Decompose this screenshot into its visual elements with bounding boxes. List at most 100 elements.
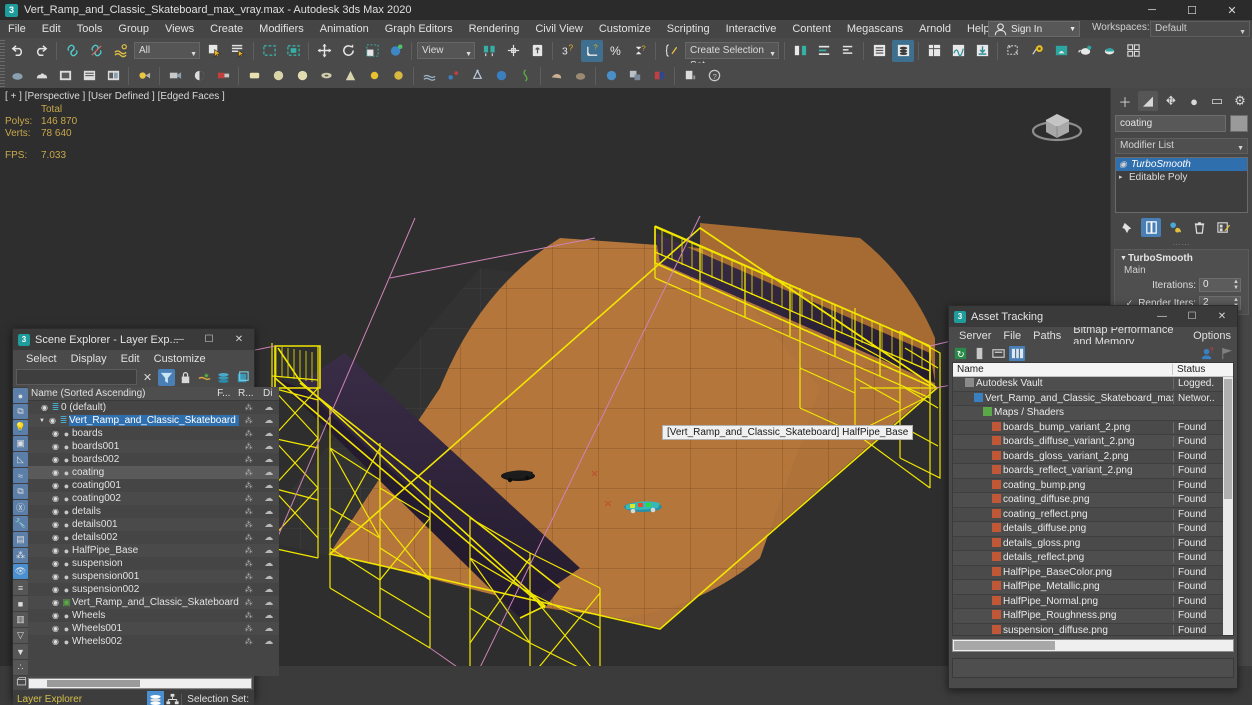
clear-search-icon[interactable]: ✕ [139,369,156,386]
vault-icon[interactable] [1218,346,1234,361]
render-elements-button[interactable] [212,65,234,87]
asset-tracking-row[interactable]: suspension_diffuse.png Found [953,623,1233,635]
at-menu-file[interactable]: File [997,330,1027,342]
pin-stack-button[interactable] [1117,218,1137,237]
layers-icon[interactable] [215,369,232,386]
menu-interactive[interactable]: Interactive [718,20,785,38]
render-icon[interactable]: ☁ [259,636,279,647]
modifier-stack[interactable]: ◉ TurboSmooth ▸ Editable Poly [1115,157,1248,213]
window-crossing-toggle-button[interactable] [282,40,304,62]
scene-explorer-row-name[interactable]: coating [72,467,239,478]
se-menu-select[interactable]: Select [19,353,64,365]
scene-explorer-row-name[interactable]: Wheels002 [72,636,239,647]
asset-tracking-row[interactable]: boards_reflect_variant_2.png Found [953,464,1233,479]
path-icon[interactable] [990,346,1006,361]
minimize-button[interactable]: — [164,329,194,350]
scene-explorer-row[interactable]: ◉ ● Wheels ⁂ ☁ [28,609,279,622]
asset-name[interactable]: boards_reflect_variant_2.png [1003,465,1173,476]
rendered-frame-window-button[interactable] [1050,40,1072,62]
asset-name[interactable]: Maps / Shaders [994,407,1173,418]
render-icon[interactable]: ☁ [259,480,279,491]
select-all-tool[interactable]: ● [13,388,28,403]
modify-tab[interactable]: ◢ [1138,91,1158,111]
asset-tracking-row[interactable]: HalfPipe_Normal.png Found [953,594,1233,609]
scene-explorer-row-name[interactable]: boards001 [72,441,239,452]
snaps-toggle-button[interactable]: 3 ? [557,40,579,62]
filter-icon[interactable] [158,368,175,386]
scene-explorer-row[interactable]: ◉ ● coating002 ⁂ ☁ [28,492,279,505]
asset-name[interactable]: boards_bump_variant_2.png [1003,422,1173,433]
eye-icon[interactable]: ◉ [50,455,61,464]
scene-explorer-hscrollbar[interactable] [13,676,254,690]
freeze-icon[interactable]: ⁂ [239,585,259,594]
eye-icon[interactable]: ◉ [50,494,61,503]
eye-icon[interactable]: ◉ [47,416,58,425]
torus-primitive-button[interactable] [315,65,337,87]
object-name-field[interactable]: coating [1115,115,1226,132]
open-material-editor-button[interactable] [1122,40,1144,62]
undo-button[interactable] [6,40,28,62]
motion-tab[interactable]: ● [1184,91,1204,111]
file-icon[interactable] [971,346,987,361]
at-menu-server[interactable]: Server [953,330,997,342]
render-icon[interactable]: ☁ [259,545,279,556]
scene-explorer-row[interactable]: ◉ ● suspension002 ⁂ ☁ [28,583,279,596]
edit-named-selection-sets-button[interactable] [660,40,682,62]
freeze-icon[interactable]: ⁂ [239,429,259,438]
scene-explorer-row-name[interactable]: Vert_Ramp_and_Classic_Skateboard [72,597,239,608]
freeze-icon[interactable]: ⁂ [239,468,259,477]
scene-explorer-row-name[interactable]: details002 [72,532,239,543]
scene-explorer-row[interactable]: ◉ ● boards ⁂ ☁ [28,427,279,440]
freeze-icon[interactable]: ⁂ [239,520,259,529]
vault-login-icon[interactable]: ? [1199,346,1215,361]
cylinder-primitive-button[interactable] [291,65,313,87]
object-color-swatch[interactable] [1230,115,1248,132]
at-menu-options[interactable]: Options [1187,330,1237,342]
render-icon[interactable]: ☁ [259,623,279,634]
close-button[interactable]: ✕ [1207,306,1237,327]
angle-snap-toggle-button[interactable]: ? [581,39,603,62]
scene-explorer-row[interactable]: ◉ ● Wheels001 ⁂ ☁ [28,622,279,635]
asset-tracking-row[interactable]: coating_bump.png Found [953,478,1233,493]
render-icon[interactable]: ☁ [259,532,279,543]
menu-create[interactable]: Create [202,20,251,38]
scene-explorer-row-name[interactable]: coating001 [72,480,239,491]
hscroll-track[interactable] [28,677,252,689]
render-icon[interactable]: ☁ [259,610,279,621]
scene-explorer-row-name[interactable]: coating002 [72,493,239,504]
light-lister-button[interactable] [133,65,155,87]
spinner-snap-toggle-button[interactable]: ? [629,40,651,62]
minimize-button[interactable]: ─ [1132,0,1172,20]
freeze-icon[interactable]: ⁂ [239,494,259,503]
eye-icon[interactable]: ◉ [50,637,61,646]
schematic-view-button[interactable] [947,40,969,62]
asset-tracking-row[interactable]: details_gloss.png Found [953,536,1233,551]
layer-mode-button[interactable] [147,691,165,705]
select-children-tool[interactable]: ⧉ [13,404,28,419]
shadow-toggle-button[interactable] [188,65,210,87]
render-icon[interactable]: ☁ [259,467,279,478]
layers-button[interactable] [418,65,440,87]
new-layer-icon[interactable] [234,369,251,386]
scene-explorer-row[interactable]: ◉ ● suspension001 ⁂ ☁ [28,570,279,583]
select-and-link-button[interactable] [61,40,83,62]
columns-icon[interactable] [1009,345,1025,361]
align-flyout-button[interactable] [837,40,859,62]
freeze-icon[interactable]: ⁂ [239,507,259,516]
render-icon[interactable]: ☁ [259,558,279,569]
scene-explorer-row[interactable]: ◉ ● details002 ⁂ ☁ [28,531,279,544]
display-group-tool[interactable]: ⧉ [13,484,28,499]
render-setup-button[interactable] [1026,40,1048,62]
asset-tracking-rows[interactable]: Autodesk Vault Logged. Vert_Ramp_and_Class… [953,377,1233,635]
select-influences-tool[interactable]: 💡 [13,420,28,435]
freeze-icon[interactable]: ⁂ [239,611,259,620]
select-by-name-button[interactable] [227,40,249,62]
percent-snap-toggle-button[interactable]: % [605,40,627,62]
asset-name[interactable]: HalfPipe_Normal.png [1003,596,1173,607]
redo-button[interactable] [30,40,52,62]
project-folder-button[interactable] [971,40,993,62]
asset-tracking-window[interactable]: 3 Asset Tracking — ☐ ✕ Server File Paths Bi… [948,305,1238,689]
view-cube-icon[interactable] [1026,98,1088,152]
named-selection-set-input[interactable]: Create Selection Set ▼ [685,42,779,71]
asset-tracking-row[interactable]: coating_reflect.png Found [953,507,1233,522]
